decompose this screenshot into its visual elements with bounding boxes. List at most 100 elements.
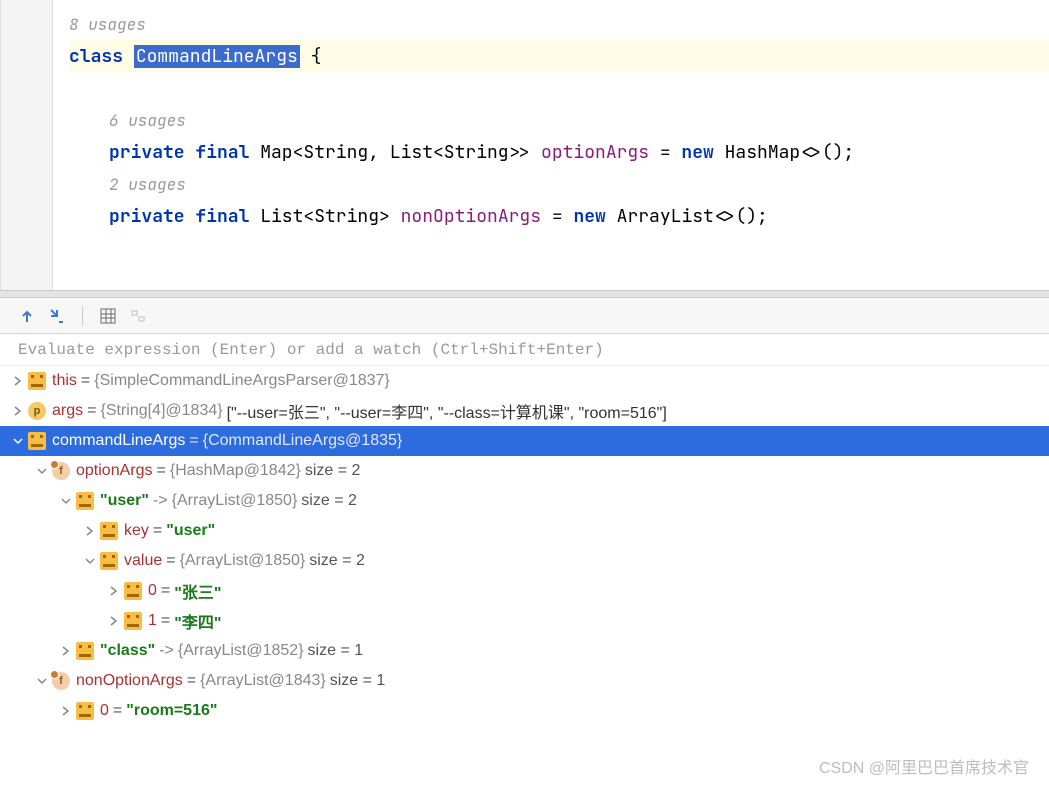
var-value: {String[4]@1834} xyxy=(100,402,222,420)
var-nonopt-index-0[interactable]: 0 = "room=516" xyxy=(0,696,1049,726)
var-size: size = 2 xyxy=(301,492,357,510)
usages-hint: 8 usages xyxy=(69,8,1049,40)
var-name: commandLineArgs xyxy=(52,432,185,450)
object-icon xyxy=(124,612,142,630)
modifiers: private final xyxy=(109,205,260,228)
object-icon xyxy=(28,432,46,450)
object-icon xyxy=(76,702,94,720)
object-icon xyxy=(28,372,46,390)
chevron-right-icon[interactable] xyxy=(106,583,122,599)
code-line[interactable]: class CommandLineArgs { xyxy=(69,40,1049,72)
var-name: this xyxy=(52,372,77,390)
var-this[interactable]: this = {SimpleCommandLineArgsParser@1837… xyxy=(0,366,1049,396)
class-name-selected[interactable]: CommandLineArgs xyxy=(134,45,300,68)
var-value: {HashMap@1842} xyxy=(170,462,301,480)
blank-line xyxy=(69,232,1049,264)
var-value[interactable]: value = {ArrayList@1850} size = 2 xyxy=(0,546,1049,576)
usages-hint: 2 usages xyxy=(69,168,1049,200)
usages-hint: 6 usages xyxy=(69,104,1049,136)
chevron-right-icon[interactable] xyxy=(10,403,26,419)
var-name: 0 xyxy=(100,702,109,720)
var-value: {ArrayList@1843} xyxy=(200,672,326,690)
chevron-right-icon[interactable] xyxy=(58,703,74,719)
separator xyxy=(82,306,83,326)
object-icon xyxy=(100,522,118,540)
var-value: {ArrayList@1852} xyxy=(178,642,304,660)
var-name: 0 xyxy=(148,582,157,600)
chevron-down-icon[interactable] xyxy=(34,673,50,689)
var-name: value xyxy=(124,552,162,570)
var-key: "class" xyxy=(100,642,155,660)
var-args[interactable]: p args = {String[4]@1834} ["--user=张三", … xyxy=(0,396,1049,426)
code-line[interactable]: private final Map<String, List<String>> … xyxy=(69,136,1049,168)
type: Map<String, List<String>> xyxy=(260,141,530,164)
brace: { xyxy=(311,45,322,68)
field-name: nonOptionArgs xyxy=(401,205,541,228)
chevron-right-icon[interactable] xyxy=(10,373,26,389)
chevron-down-icon[interactable] xyxy=(10,433,26,449)
var-user-entry[interactable]: "user" -> {ArrayList@1850} size = 2 xyxy=(0,486,1049,516)
settings-icon[interactable] xyxy=(129,307,147,325)
watermark: CSDN @阿里巴巴首席技术官 xyxy=(819,754,1029,778)
var-value: {ArrayList@1850} xyxy=(180,552,306,570)
blank-line xyxy=(69,72,1049,104)
var-name: 1 xyxy=(148,612,157,630)
field-name: optionArgs xyxy=(541,141,649,164)
arrow-icon: -> xyxy=(159,642,174,660)
var-value: {SimpleCommandLineArgsParser@1837} xyxy=(94,372,390,390)
code-editor[interactable]: 8 usages class CommandLineArgs { 6 usage… xyxy=(0,0,1049,290)
chevron-down-icon[interactable] xyxy=(34,463,50,479)
field-icon: f xyxy=(52,462,70,480)
keyword-class: class xyxy=(69,45,123,68)
var-value: {ArrayList@1850} xyxy=(172,492,298,510)
var-size: size = 2 xyxy=(305,462,361,480)
chevron-down-icon[interactable] xyxy=(82,553,98,569)
param-icon: p xyxy=(28,402,46,420)
eq: = xyxy=(541,205,573,228)
debug-toolbar xyxy=(0,298,1049,334)
panel-separator[interactable] xyxy=(0,290,1049,298)
step-out-icon[interactable] xyxy=(18,307,36,325)
step-into-icon[interactable] xyxy=(48,307,66,325)
var-index-1[interactable]: 1 = "李四" xyxy=(0,606,1049,636)
var-value: "张三" xyxy=(174,579,221,603)
var-key[interactable]: key = "user" xyxy=(0,516,1049,546)
chevron-down-icon[interactable] xyxy=(58,493,74,509)
var-value: {CommandLineArgs@1835} xyxy=(203,432,402,450)
var-size: size = 1 xyxy=(308,642,364,660)
object-icon xyxy=(100,552,118,570)
chevron-right-icon[interactable] xyxy=(58,643,74,659)
type: List<String> xyxy=(260,205,390,228)
ctor: HashMap<>(); xyxy=(725,141,855,164)
var-class-entry[interactable]: "class" -> {ArrayList@1852} size = 1 xyxy=(0,636,1049,666)
field-icon: f xyxy=(52,672,70,690)
keyword-new: new xyxy=(573,205,616,228)
var-value: "user" xyxy=(166,522,215,540)
object-icon xyxy=(76,642,94,660)
var-optionargs[interactable]: f optionArgs = {HashMap@1842} size = 2 xyxy=(0,456,1049,486)
arrow-icon: -> xyxy=(153,492,168,510)
keyword-new: new xyxy=(681,141,724,164)
ctor: ArrayList<>(); xyxy=(617,205,768,228)
code-line[interactable]: private final List<String> nonOptionArgs… xyxy=(69,200,1049,232)
var-commandlineargs[interactable]: commandLineArgs = {CommandLineArgs@1835} xyxy=(0,426,1049,456)
eq: = xyxy=(649,141,681,164)
var-name: key xyxy=(124,522,149,540)
table-view-icon[interactable] xyxy=(99,307,117,325)
object-icon xyxy=(76,492,94,510)
evaluate-input[interactable]: Evaluate expression (Enter) or add a wat… xyxy=(0,334,1049,366)
modifiers: private final xyxy=(109,141,260,164)
var-size: size = 1 xyxy=(330,672,386,690)
var-name: args xyxy=(52,402,83,420)
gutter xyxy=(1,0,53,290)
var-array: ["--user=张三", "--user=李四", "--class=计算机课… xyxy=(227,399,667,423)
var-value: "room=516" xyxy=(126,702,217,720)
var-name: optionArgs xyxy=(76,462,153,480)
var-index-0[interactable]: 0 = "张三" xyxy=(0,576,1049,606)
chevron-right-icon[interactable] xyxy=(106,613,122,629)
object-icon xyxy=(124,582,142,600)
variables-panel[interactable]: this = {SimpleCommandLineArgsParser@1837… xyxy=(0,366,1049,726)
var-nonoptionargs[interactable]: f nonOptionArgs = {ArrayList@1843} size … xyxy=(0,666,1049,696)
chevron-right-icon[interactable] xyxy=(82,523,98,539)
var-key: "user" xyxy=(100,492,149,510)
